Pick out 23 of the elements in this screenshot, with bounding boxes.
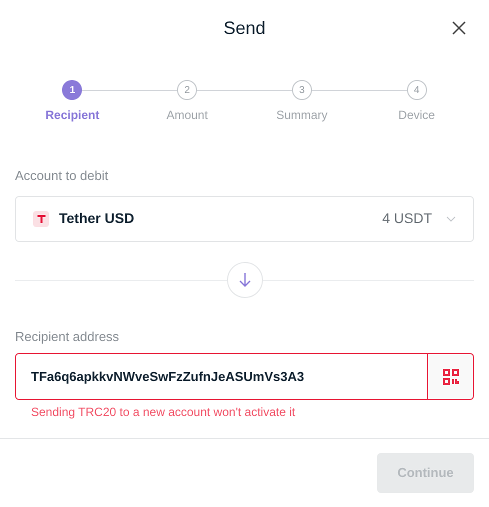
step-label: Device (398, 107, 435, 124)
chevron-down-icon (446, 216, 456, 222)
swap-button[interactable] (226, 262, 262, 298)
account-balance: 4 USDT (382, 209, 432, 228)
qr-code-icon (442, 368, 458, 384)
qr-code-button[interactable] (428, 353, 474, 400)
step-label: Amount (166, 107, 208, 124)
address-field[interactable]: TFa6q6apkkvNWveSwFzZufnJeASUmVs3A3 (15, 353, 428, 400)
error-message: Sending TRC20 to a new account won't activate it (31, 404, 296, 421)
field-label: Recipient address (15, 328, 120, 346)
account-select[interactable]: Tether USD 4 USDT (15, 196, 474, 242)
step-label: Summary (276, 107, 328, 124)
token-icon (33, 210, 49, 226)
step-number: 2 (177, 80, 198, 100)
arrow-down-icon (238, 272, 250, 288)
step-number: 1 (62, 80, 82, 100)
step-label: Recipient (45, 107, 100, 124)
window-title: Send (223, 16, 266, 40)
step-number: 4 (406, 80, 427, 100)
account-name: Tether USD (59, 209, 134, 228)
close-icon (452, 21, 466, 35)
field-label: Account to debit (15, 167, 110, 185)
step-number: 3 (292, 80, 312, 100)
